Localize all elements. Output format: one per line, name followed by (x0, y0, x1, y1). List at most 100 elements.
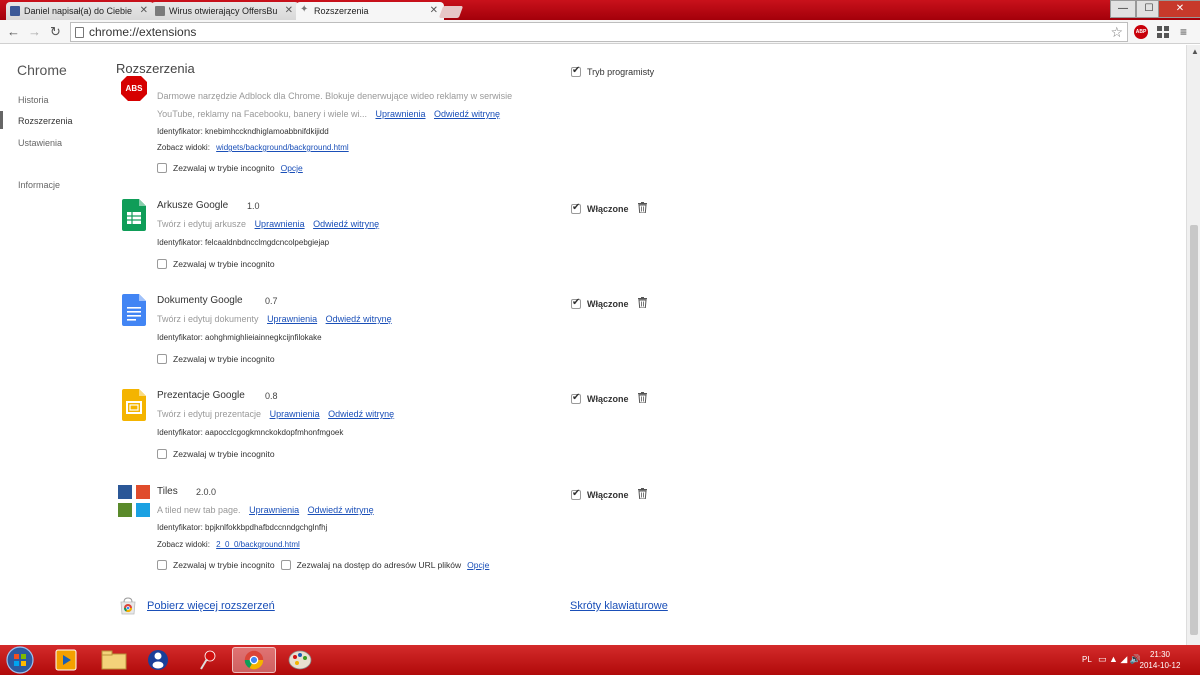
extension-name: Arkusze Google (157, 200, 229, 211)
trash-icon[interactable] (638, 392, 647, 403)
permissions-link[interactable]: Uprawnienia (375, 109, 425, 119)
file-explorer-icon[interactable] (92, 647, 136, 673)
sidebar-item-rozszerzenia[interactable]: Rozszerzenia (18, 116, 73, 126)
incognito-option[interactable]: Zezwalaj w trybie incognito (157, 449, 275, 459)
file-access-checkbox[interactable] (280, 560, 291, 570)
permissions-link[interactable]: Uprawnienia (270, 409, 320, 419)
tab-title: Wirus otwierający OffersBu (169, 6, 278, 16)
sidebar-item-ustawienia[interactable]: Ustawienia (18, 138, 62, 148)
pin-app-icon[interactable] (186, 647, 230, 673)
sidebar-selection-marker (0, 111, 3, 129)
google-docs-icon (122, 294, 146, 326)
paint-icon[interactable] (278, 647, 322, 673)
incognito-option[interactable]: Zezwalaj w trybie incognito Opcje (157, 163, 303, 173)
new-tab-button[interactable] (438, 6, 464, 18)
trash-icon[interactable] (638, 297, 647, 308)
page-title: Rozszerzenia (116, 61, 199, 76)
windows-start-button[interactable] (2, 645, 38, 675)
enabled-checkbox[interactable] (571, 392, 581, 404)
address-bar[interactable]: chrome://extensions ☆ (70, 22, 1128, 42)
bookmark-star-icon[interactable]: ☆ (1110, 23, 1123, 41)
visit-site-link[interactable]: Odwiedź witrynę (434, 109, 500, 119)
developer-mode-checkbox[interactable] (571, 65, 581, 77)
tab-facebook[interactable]: Daniel napisał(a) do Ciebie ✕ (6, 2, 154, 20)
adblock-icon[interactable]: ABP (1134, 25, 1148, 39)
keyboard-shortcuts-link[interactable]: Skróty klawiaturowe (570, 600, 668, 612)
enabled-toggle[interactable]: Włączone (571, 488, 629, 500)
scrollbar-thumb[interactable] (1190, 225, 1198, 635)
system-clock[interactable]: 21:30 2014-10-12 (1136, 649, 1184, 671)
extension-views: Zobacz widoki: widgets/background/backgr… (157, 143, 349, 152)
back-arrow-icon[interactable]: ← (7, 24, 20, 39)
developer-mode-toggle[interactable]: Tryb programisty (571, 65, 654, 77)
visit-site-link[interactable]: Odwiedź witrynę (313, 219, 379, 229)
visit-site-link[interactable]: Odwiedź witrynę (328, 409, 394, 419)
reload-icon[interactable]: ↻ (50, 24, 61, 40)
get-more-extensions-link[interactable]: Pobierz więcej rozszerzeń (147, 600, 275, 612)
close-tab-icon[interactable]: ✕ (430, 5, 438, 16)
extension-name: Prezentacje Google (157, 390, 245, 401)
permissions-link[interactable]: Uprawnienia (255, 219, 305, 229)
clock-date: 2014-10-12 (1139, 661, 1181, 670)
forward-arrow-icon[interactable]: → (28, 24, 41, 39)
visit-site-link[interactable]: Odwiedź witrynę (308, 505, 374, 515)
menu-hamburger-icon[interactable]: ≡ (1180, 26, 1187, 38)
vertical-scrollbar[interactable]: ▲ (1186, 45, 1200, 645)
tab-extensions[interactable]: ✦ Rozszerzenia ✕ (296, 2, 444, 20)
enabled-checkbox[interactable] (571, 202, 581, 214)
page-icon (75, 27, 84, 38)
sidebar-item-historia[interactable]: Historia (18, 95, 49, 105)
extension-name: Tiles (157, 486, 178, 497)
google-sheets-icon (122, 199, 146, 231)
close-window-button[interactable]: ✕ (1158, 0, 1200, 18)
permissions-link[interactable]: Uprawnienia (267, 314, 317, 324)
incognito-option[interactable]: Zezwalaj w trybie incognito (157, 259, 275, 269)
incognito-checkbox[interactable] (157, 560, 167, 570)
incognito-checkbox[interactable] (157, 163, 167, 173)
tab-wirus[interactable]: Wirus otwierający OffersBu ✕ (151, 2, 299, 20)
tray-network-icon[interactable]: ▭ ▲ ◢ 🔊 (1098, 654, 1141, 665)
extension-description-line2: YouTube, reklamy na Facebooku, banery i … (157, 109, 501, 119)
tiles-icon (118, 485, 150, 517)
language-indicator[interactable]: PL (1082, 655, 1092, 664)
background-page-link[interactable]: widgets/background/background.html (216, 143, 349, 152)
enabled-toggle[interactable]: Włączone (571, 202, 629, 214)
enabled-toggle[interactable]: Włączone (571, 392, 629, 404)
trash-icon[interactable] (638, 202, 647, 213)
tab-title: Rozszerzenia (314, 6, 369, 16)
extension-version: 2.0.0 (196, 487, 217, 497)
visit-site-link[interactable]: Odwiedź witrynę (326, 314, 392, 324)
options-link[interactable]: Opcje (467, 560, 489, 570)
extension-id: Identyfikator: felcaaldnbdncclmgdcncolpe… (157, 238, 330, 247)
chrome-web-store-icon (120, 597, 136, 615)
extension-version: 1.0 (247, 201, 260, 211)
extension-version: 0.8 (265, 391, 278, 401)
incognito-option[interactable]: Zezwalaj w trybie incognito (157, 354, 275, 364)
apps-grid-icon[interactable] (1157, 26, 1169, 38)
extension-description: Darmowe narzędzie Adblock dla Chrome. Bl… (157, 91, 513, 101)
sidebar-item-informacje[interactable]: Informacje (18, 180, 60, 190)
enabled-checkbox[interactable] (571, 488, 581, 500)
extension-views: Zobacz widoki: 2_0_0/background.html (157, 540, 300, 549)
chrome-taskbar-icon[interactable] (232, 647, 276, 673)
permissions-link[interactable]: Uprawnienia (249, 505, 299, 515)
sidebar: Chrome Historia Rozszerzenia Ustawienia … (0, 45, 110, 645)
incognito-checkbox[interactable] (157, 259, 167, 269)
adblock-stop-icon: ABS (121, 75, 147, 101)
enabled-checkbox[interactable] (571, 297, 581, 309)
minimize-button[interactable]: — (1110, 0, 1136, 18)
puzzle-icon: ✦ (300, 4, 309, 15)
background-page-link[interactable]: 2_0_0/background.html (216, 540, 300, 549)
incognito-option[interactable]: Zezwalaj w trybie incognito Zezwalaj na … (157, 560, 489, 570)
trash-icon[interactable] (638, 488, 647, 499)
close-tab-icon[interactable]: ✕ (285, 5, 293, 16)
close-tab-icon[interactable]: ✕ (140, 5, 148, 16)
incognito-checkbox[interactable] (157, 449, 167, 459)
enabled-toggle[interactable]: Włączone (571, 297, 629, 309)
url-text: chrome://extensions (89, 25, 197, 39)
options-link[interactable]: Opcje (281, 163, 303, 173)
scroll-up-arrow-icon[interactable]: ▲ (1191, 47, 1199, 56)
messenger-icon[interactable] (136, 647, 180, 673)
media-player-icon[interactable] (44, 647, 88, 673)
incognito-checkbox[interactable] (157, 354, 167, 364)
